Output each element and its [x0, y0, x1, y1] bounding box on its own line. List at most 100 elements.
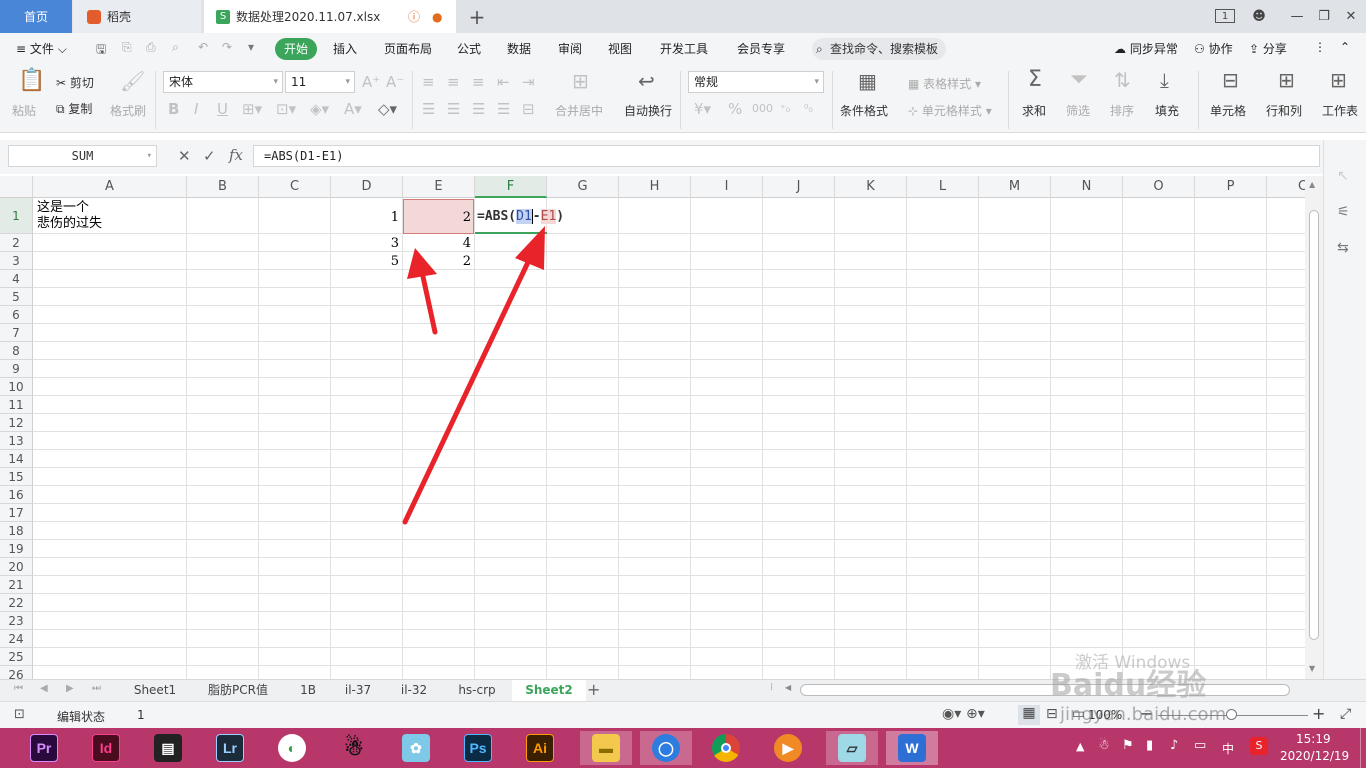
fill-icon[interactable]: ⤓ [1160, 70, 1169, 90]
zoom-in-icon[interactable]: + [1312, 704, 1325, 723]
tray-expand-icon[interactable]: ▲ [1076, 740, 1084, 753]
menu-start[interactable]: 开始 [275, 38, 317, 60]
tab-document[interactable]: S 数据处理2020.11.07.xlsx ⓘ ● [204, 0, 456, 33]
sheet-tab[interactable]: hs-crp [442, 680, 512, 701]
print-icon[interactable]: ⎙ [146, 40, 156, 55]
font-size-select[interactable]: 11 ▾ [285, 71, 355, 93]
merge-icon[interactable]: ⊞ [572, 71, 589, 91]
undo-icon[interactable]: ↶ [198, 40, 208, 54]
thousands-icon[interactable]: 000 [752, 101, 773, 117]
align-bottom-icon[interactable]: ≡ [472, 74, 485, 90]
indent-increase-icon[interactable]: ⇥ [522, 74, 535, 90]
vertical-scrollbar[interactable]: ▲ ▼ [1305, 176, 1323, 679]
menu-review[interactable]: 审阅 [558, 40, 582, 57]
sum-label[interactable]: 求和 [1022, 102, 1046, 119]
chrome-app[interactable] [708, 731, 744, 765]
table-style-button[interactable]: ▦ 表格样式 ▾ [908, 75, 981, 92]
copy-button[interactable]: ⧉ 复制 [56, 100, 92, 117]
add-sheet-icon[interactable]: + [587, 680, 600, 699]
italic-icon[interactable]: I [194, 101, 198, 117]
scroll-down-icon[interactable]: ▼ [1309, 664, 1315, 673]
worksheet-label[interactable]: 工作表 [1322, 102, 1358, 119]
menu-data[interactable]: 数据 [507, 40, 531, 57]
export-icon[interactable]: ⎘ [122, 40, 132, 55]
cut-button[interactable]: ✂ 剪切 [56, 74, 94, 91]
align-center-icon[interactable]: ☰ [447, 101, 460, 117]
sheet-tab[interactable]: 脂肪PCR值 [190, 680, 286, 701]
share-button[interactable]: ⇪ 分享 [1249, 40, 1287, 57]
tab-daoke[interactable]: 稻壳 [73, 0, 201, 33]
hscroll-left-icon[interactable]: ◀ [785, 683, 791, 692]
window-count-button[interactable]: 1 [1215, 9, 1235, 23]
sheet-tab[interactable]: Sheet2 [512, 680, 586, 701]
sort-icon[interactable]: ⇅ [1114, 70, 1131, 90]
battery-icon[interactable]: ▮ [1146, 738, 1153, 753]
cursor-tool-icon[interactable]: ↖ [1337, 168, 1349, 184]
player-app[interactable]: ▶ [770, 731, 806, 765]
underline-icon[interactable]: U [217, 101, 228, 117]
explorer-app[interactable]: ▬ [580, 731, 632, 765]
row-col-icon[interactable]: ⊞ [1278, 70, 1295, 90]
cell-border-icon[interactable]: ⊡▾ [276, 101, 296, 117]
more-dropdown-icon[interactable]: ▾ [248, 40, 254, 54]
lightroom-app[interactable]: Lr [212, 731, 248, 765]
fill-label[interactable]: 填充 [1155, 102, 1179, 119]
avatar-icon[interactable]: ☻ [1248, 6, 1270, 26]
new-tab-button[interactable]: + [462, 0, 492, 33]
font-grow-icon[interactable]: A⁺ [362, 74, 380, 90]
fill-color-icon[interactable]: ◈▾ [310, 101, 329, 117]
indent-decrease-icon[interactable]: ⇤ [497, 74, 510, 90]
panel-icon[interactable]: ⇆ [1337, 240, 1349, 256]
clock-date[interactable]: 2020/12/19 [1280, 749, 1349, 763]
warning-icon[interactable]: ⓘ [408, 8, 420, 25]
brush-icon[interactable]: 🖌 [120, 71, 145, 91]
sheet-tab[interactable]: il-32 [386, 680, 442, 701]
formula-input[interactable]: =ABS(D1-E1) [253, 145, 1320, 167]
currency-icon[interactable]: ¥▾ [694, 101, 711, 117]
sum-icon[interactable]: Σ [1028, 69, 1042, 91]
worksheet-icon[interactable]: ⊞ [1330, 70, 1347, 90]
collab-button[interactable]: ⚇ 协作 [1194, 40, 1233, 57]
menu-developer[interactable]: 开发工具 [660, 40, 708, 57]
conditional-format-icon[interactable]: ▦ [858, 71, 877, 91]
network-icon[interactable]: ▭ [1194, 738, 1206, 753]
border-icon[interactable]: ⊞▾ [242, 101, 262, 117]
indesign-app[interactable]: Id [88, 731, 124, 765]
sheet-nav-last-icon[interactable]: ⏭ [92, 683, 101, 694]
close-icon[interactable]: ✕ [1340, 6, 1362, 26]
cell-label[interactable]: 单元格 [1210, 102, 1246, 119]
confirm-icon[interactable]: ✓ [203, 147, 216, 165]
cancel-icon[interactable]: ✕ [178, 147, 191, 165]
insert-function-icon[interactable]: fx [229, 146, 243, 164]
collapse-ribbon-icon[interactable]: ⌃ [1340, 40, 1350, 54]
settings-sliders-icon[interactable]: ⚟ [1337, 204, 1350, 220]
paste-icon[interactable]: 📋 [18, 70, 45, 92]
decimal-increase-icon[interactable]: ⁺₀ [780, 101, 790, 117]
menu-member[interactable]: 会员专享 [737, 40, 785, 57]
restore-icon[interactable]: ❐ [1313, 6, 1335, 26]
center-icon[interactable]: ⊕▾ [966, 706, 985, 722]
more-options-icon[interactable]: ⋮ [1314, 40, 1326, 54]
menu-view[interactable]: 视图 [608, 40, 632, 57]
font-select[interactable]: 宋体 ▾ [163, 71, 283, 93]
scroll-thumb[interactable] [1309, 210, 1319, 640]
spreadsheet-grid[interactable]: ABCDEFGHIJKLMNOPC 1 2 3 4 5 6 7 8 9 10 11 12 13 14 15 1… [0, 176, 1305, 679]
photoshop-app[interactable]: Ps [460, 731, 496, 765]
volume-icon[interactable]: ♪ [1170, 738, 1178, 753]
fullscreen-icon[interactable]: ⤢ [1340, 706, 1351, 722]
font-shrink-icon[interactable]: A⁻ [386, 74, 404, 90]
align-middle-icon[interactable]: ≡ [447, 74, 460, 90]
menu-page-layout[interactable]: 页面布局 [384, 40, 432, 57]
row-col-label[interactable]: 行和列 [1266, 102, 1302, 119]
percent-icon[interactable]: % [728, 101, 742, 117]
align-right-icon[interactable]: ☰ [472, 101, 485, 117]
bold-icon[interactable]: B [168, 101, 179, 117]
qq-app[interactable]: ☃ [336, 731, 372, 765]
file-menu[interactable]: ≡ 文件 ⌵ [16, 40, 67, 57]
justify-icon[interactable]: ☰ [497, 101, 510, 117]
wrap-text-icon[interactable]: ↩ [638, 71, 655, 91]
tray-flag-icon[interactable]: ⚑ [1122, 738, 1134, 753]
splitter-icon[interactable]: ⁞ [770, 682, 773, 693]
align-top-icon[interactable]: ≡ [422, 74, 435, 90]
name-box[interactable]: SUM ▾ [8, 145, 157, 167]
